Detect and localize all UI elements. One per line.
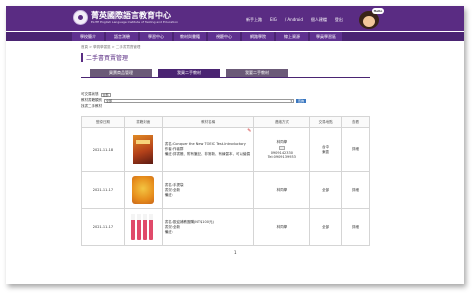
nav-item-books[interactable]: 教材與書籍 (174, 32, 206, 41)
filter-status-label: 可交易狀態 (81, 92, 99, 96)
pencil-icon[interactable]: ✎ (247, 129, 251, 134)
top-link-eig[interactable]: EIG (270, 17, 277, 23)
search-button[interactable]: 查詢 (296, 98, 306, 103)
filter-status-select[interactable]: 全部 (100, 92, 111, 97)
row-cover[interactable] (123, 127, 163, 172)
filter-class-value: 全部 (106, 98, 113, 103)
row-place: 全部 (309, 208, 343, 246)
row-contact: 林同學 (253, 208, 311, 246)
site-header: 菁英國際語言教育中心 ELITE English Language Instit… (6, 6, 464, 31)
item-cover-image[interactable] (130, 212, 156, 242)
row-contact: 林同學 0909142330 Tel:0909139933 (253, 127, 311, 172)
nav-item-online[interactable]: 網路學院 (242, 32, 274, 41)
tab-underline (81, 77, 370, 78)
row-description: ✎ 書名:Conquer the New TOEIC Test-Introduc… (161, 127, 255, 172)
mascot-image: Hello (358, 8, 384, 29)
row-description: 書名:手提袋 書況:全新 備註: (161, 171, 255, 209)
row-description: 書名:歡迎補教團購(NT$100元) 書況:全新 備註: (161, 208, 255, 246)
row-date: 2021-11-18 (81, 127, 125, 172)
pager-page-1[interactable]: 1 (234, 250, 237, 255)
site-subtitle: ELITE English Language Institute of Test… (91, 20, 178, 24)
row-place: 台中 東區 (309, 127, 343, 172)
row-date: 2021-11-17 (81, 171, 125, 209)
nav-item-student[interactable]: 學員學習區 (310, 32, 342, 41)
place-area: 東區 (322, 149, 330, 154)
top-links: 新手上路 EIG / Android 個人建檔 登出 (246, 17, 343, 23)
nav-item-resources[interactable]: 線上資源 (276, 32, 308, 41)
filter-class-label: 教材書籍類別 (81, 98, 102, 102)
contact-name: 林同學 (276, 224, 288, 229)
contact-tel: Tel:0909139933 (267, 155, 296, 159)
place-city: 全部 (322, 224, 330, 229)
nav-item-learning[interactable]: 學習中心 (140, 32, 172, 41)
nav-item-tests[interactable]: 語言測驗 (106, 32, 138, 41)
nav-item-about[interactable]: 學校簡介 (72, 32, 104, 41)
row-note: 備註: (164, 192, 173, 197)
table-row: 2021-11-17 書名:歡迎補教團購(NT$100元) 書況:全新 備註: … (81, 208, 370, 246)
row-view-link[interactable]: 詳細 (341, 171, 370, 209)
filter-class-select[interactable]: 全部 ▾ (104, 98, 294, 103)
result-count: 找書二手教材 (81, 104, 102, 108)
table-header-row: 登錄日期 書籍封面 教材名稱 連絡方式 交易地點 查看 (81, 116, 370, 128)
mascot-bubble: Hello (372, 8, 384, 14)
row-view-link[interactable]: 詳細 (341, 127, 370, 172)
top-link-logout[interactable]: 登出 (335, 17, 343, 23)
row-note: 備註: (164, 229, 173, 234)
row-note: 備註:詳書籤、附有筆記、非常新、有練習本，可以議價 (164, 152, 250, 156)
row-contact: 林同學 (253, 171, 311, 209)
tab-manage-items[interactable]: 買賣商品管理 (90, 69, 152, 77)
top-link-android[interactable]: / Android (285, 17, 303, 23)
row-cover[interactable] (123, 171, 163, 209)
col-header-cover: 書籍封面 (123, 116, 163, 128)
table-row: 2021-11-17 書名:手提袋 書況:全新 備註: 林同學 全部 詳細 (81, 171, 370, 209)
top-link-newbie[interactable]: 新手上路 (246, 17, 262, 23)
tab-bar: 買賣商品管理 我買二手教材 我要二手教材 (90, 69, 288, 77)
book-cover-image[interactable] (133, 134, 154, 164)
filter-panel: 可交易狀態 全部 教材書籍類別 全部 ▾ 查詢 找書二手教材 (81, 92, 306, 109)
col-header-place: 交易地點 (309, 116, 343, 128)
table-row: 2021-11-18 ✎ 書名:Conquer the New TOEIC Te… (81, 127, 370, 172)
row-place: 全部 (309, 171, 343, 209)
contact-name: 林同學 (276, 187, 288, 192)
row-date: 2021-11-17 (81, 208, 125, 246)
main-nav: 學校簡介 語言測驗 學習中心 教材與書籍 視聽中心 網路學院 線上資源 學員學習… (6, 32, 464, 41)
browser-frame: 菁英國際語言教育中心 ELITE English Language Instit… (6, 6, 464, 284)
logo-seal-icon[interactable] (73, 10, 88, 25)
col-header-title: 教材名稱 (161, 116, 255, 128)
listing-table: 登錄日期 書籍封面 教材名稱 連絡方式 交易地點 查看 2021-11-18 ✎… (81, 116, 370, 246)
row-cover[interactable] (123, 208, 163, 246)
tab-buy-materials[interactable]: 我買二手教材 (158, 69, 220, 77)
breadcrumb: 首頁 > 學員學習區 > 二手書買賣管理 (81, 45, 141, 49)
item-cover-image[interactable] (132, 175, 155, 204)
row-view-link[interactable]: 詳細 (341, 208, 370, 246)
page-title: 二手書買賣管理 (81, 53, 128, 62)
col-header-view: 查看 (341, 116, 370, 128)
top-link-profile[interactable]: 個人建檔 (311, 17, 327, 23)
col-header-contact: 連絡方式 (253, 116, 311, 128)
tab-want-materials[interactable]: 我要二手教材 (226, 69, 288, 77)
chevron-down-icon: ▾ (290, 98, 292, 103)
nav-item-av[interactable]: 視聽中心 (208, 32, 240, 41)
col-header-date: 登錄日期 (81, 116, 125, 128)
place-city: 全部 (322, 187, 330, 192)
